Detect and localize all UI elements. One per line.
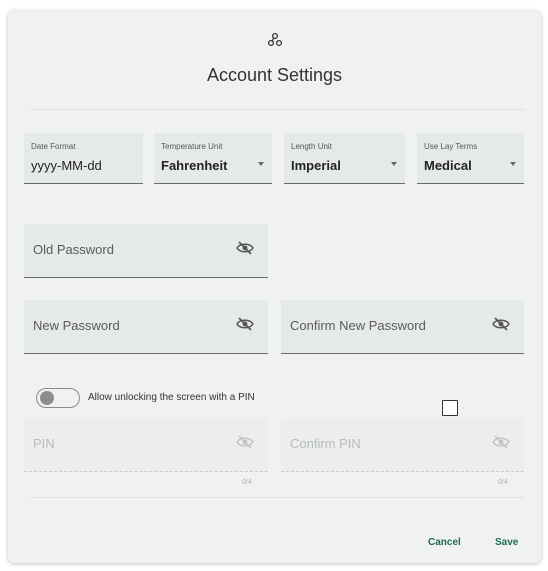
confirm-pin-placeholder: Confirm PIN: [290, 436, 361, 451]
length-unit-label: Length Unit: [291, 142, 332, 151]
new-password-placeholder: New Password: [33, 318, 120, 333]
dialog-title: Account Settings: [206, 65, 343, 85]
confirm-password-placeholder: Confirm New Password: [290, 318, 426, 333]
lay-terms-select[interactable]: Use Lay Terms Medical: [417, 133, 524, 184]
eye-off-icon[interactable]: [492, 316, 510, 332]
toggle-knob: [40, 391, 54, 405]
cancel-button[interactable]: Cancel: [428, 537, 461, 548]
divider: [30, 497, 525, 498]
pin-checkbox[interactable]: [442, 400, 458, 416]
new-password-field[interactable]: New Password: [24, 300, 268, 354]
length-unit-value: Imperial: [291, 158, 341, 173]
chevron-down-icon: [510, 162, 516, 166]
eye-off-icon: [492, 435, 510, 449]
confirm-pin-field[interactable]: Confirm PIN: [281, 418, 524, 472]
eye-off-icon[interactable]: [236, 240, 254, 256]
divider: [30, 109, 525, 110]
date-format-label: Date Format: [31, 142, 76, 151]
pin-counter: 0/4: [242, 479, 252, 486]
date-format-value: yyyy-MM-dd: [31, 158, 102, 173]
chevron-down-icon: [258, 162, 264, 166]
pin-field[interactable]: PIN: [24, 418, 268, 472]
confirm-pin-counter: 0/4: [498, 479, 508, 486]
lay-terms-value: Medical: [424, 158, 472, 173]
date-format-field[interactable]: Date Format yyyy-MM-dd: [24, 133, 143, 184]
eye-off-icon: [236, 435, 254, 449]
old-password-field[interactable]: Old Password: [24, 224, 268, 278]
dialog-header: Account Settings: [8, 10, 541, 110]
pin-toggle-label: Allow unlocking the screen with a PIN: [88, 392, 255, 403]
length-unit-select[interactable]: Length Unit Imperial: [284, 133, 405, 184]
temperature-unit-label: Temperature Unit: [161, 142, 223, 151]
account-settings-dialog: Account Settings Date Format yyyy-MM-dd …: [8, 10, 541, 563]
eye-off-icon[interactable]: [236, 316, 254, 332]
temperature-unit-value: Fahrenheit: [161, 158, 228, 173]
save-button[interactable]: Save: [495, 537, 518, 548]
pin-toggle[interactable]: [36, 388, 80, 408]
old-password-placeholder: Old Password: [33, 242, 114, 257]
chevron-down-icon: [391, 162, 397, 166]
temperature-unit-select[interactable]: Temperature Unit Fahrenheit: [154, 133, 272, 184]
lay-terms-label: Use Lay Terms: [424, 142, 478, 151]
pin-placeholder: PIN: [33, 436, 55, 451]
molecule-logo-icon: [267, 32, 283, 47]
confirm-password-field[interactable]: Confirm New Password: [281, 300, 524, 354]
